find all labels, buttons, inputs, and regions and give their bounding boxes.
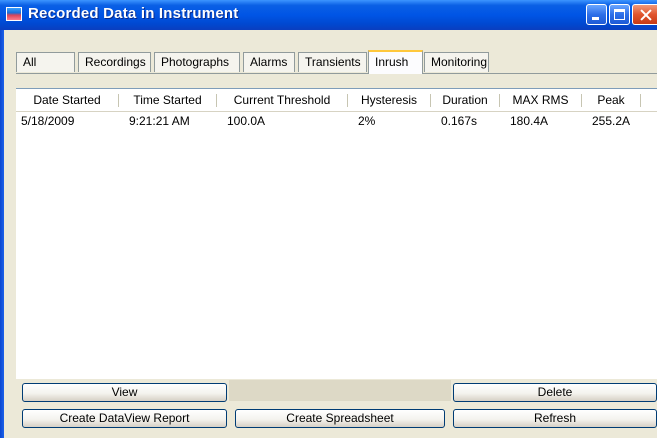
button-gap — [229, 380, 451, 401]
window-title: Recorded Data in Instrument — [28, 5, 239, 22]
cell-duration: 0.167s — [441, 114, 478, 128]
tab-inrush[interactable]: Inrush — [368, 50, 423, 74]
tab-monitoring[interactable]: Monitoring — [424, 52, 489, 72]
column-header[interactable]: Hysteresis — [348, 92, 430, 108]
button-panel: View Delete Create DataView Report Creat… — [16, 379, 657, 438]
tab-photographs[interactable]: Photographs — [154, 52, 240, 72]
tab-recordings[interactable]: Recordings — [78, 52, 151, 72]
inrush-list[interactable]: Date Started Time Started Current Thresh… — [16, 88, 657, 379]
tabs-strip: All Recordings Photographs Alarms Transi… — [16, 50, 657, 74]
column-header[interactable]: Date Started — [16, 92, 118, 108]
delete-button[interactable]: Delete — [453, 383, 657, 402]
minimize-button[interactable] — [586, 4, 607, 25]
close-button[interactable] — [632, 4, 657, 25]
create-dataview-report-button[interactable]: Create DataView Report — [22, 409, 227, 428]
tab-alarms[interactable]: Alarms — [243, 52, 295, 72]
column-divider[interactable] — [640, 94, 641, 107]
app-icon — [6, 7, 22, 21]
tab-all[interactable]: All — [16, 52, 75, 72]
column-header[interactable]: MAX RMS — [500, 92, 581, 108]
tab-bar: All Recordings Photographs Alarms Transi… — [4, 30, 657, 76]
cell-time-started: 9:21:21 AM — [129, 114, 190, 128]
cell-hysteresis: 2% — [358, 114, 376, 128]
refresh-button[interactable]: Refresh — [453, 409, 657, 428]
cell-date-started: 5/18/2009 — [21, 114, 75, 128]
cell-max-rms: 180.4A — [510, 114, 549, 128]
title-bar[interactable]: Recorded Data in Instrument — [0, 0, 657, 30]
column-header[interactable]: Current Threshold — [217, 92, 347, 108]
cell-peak: 255.2A — [592, 114, 631, 128]
window-frame-left — [0, 30, 4, 438]
maximize-button[interactable] — [609, 4, 630, 25]
tab-transients[interactable]: Transients — [298, 52, 367, 72]
column-header[interactable]: Peak — [582, 92, 640, 108]
column-header[interactable]: Time Started — [119, 92, 216, 108]
list-header: Date Started Time Started Current Thresh… — [16, 89, 657, 112]
cell-current-threshold: 100.0A — [227, 114, 266, 128]
column-header[interactable]: Duration — [431, 92, 499, 108]
view-button[interactable]: View — [22, 383, 227, 402]
create-spreadsheet-button[interactable]: Create Spreadsheet — [235, 409, 445, 428]
